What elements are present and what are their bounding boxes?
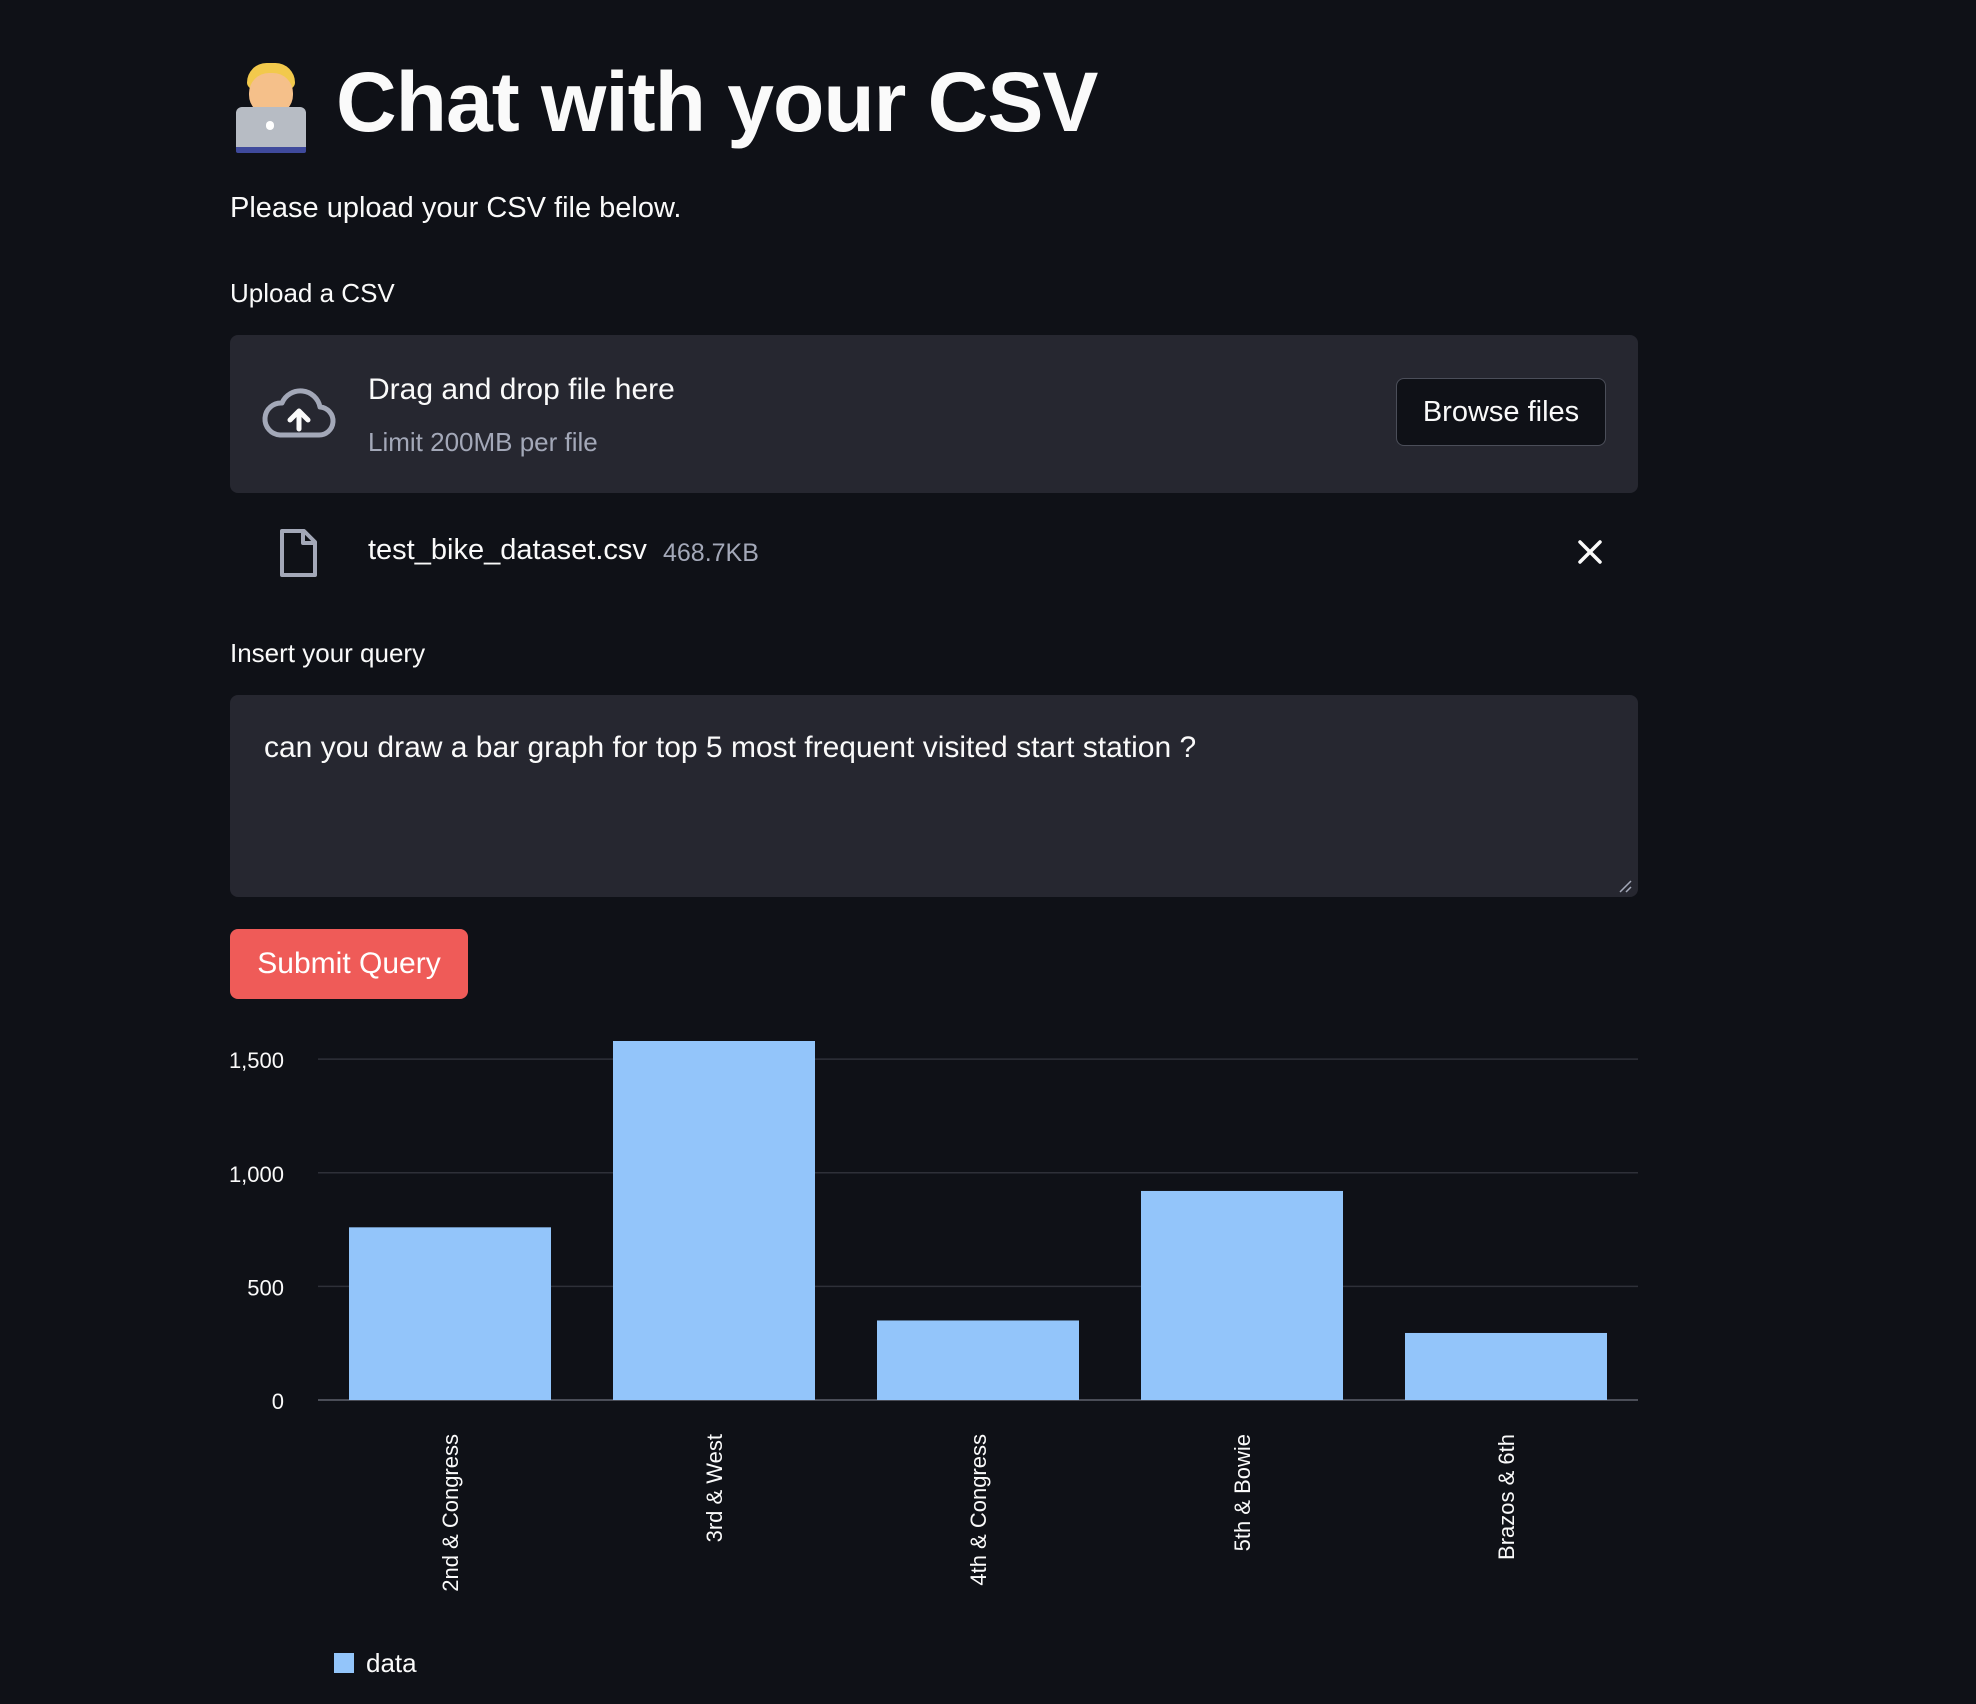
query-text: can you draw a bar graph for top 5 most …: [264, 731, 1197, 764]
file-icon: [280, 529, 317, 577]
dropzone-limit: Limit 200MB per file: [368, 427, 598, 457]
legend-swatch: [334, 1653, 354, 1673]
bar: [877, 1320, 1079, 1400]
bar: [349, 1227, 551, 1400]
x-tick-label: Brazos & 6th: [1494, 1434, 1519, 1560]
file-size: 468.7KB: [663, 539, 759, 567]
page-header: Chat with your CSV: [230, 52, 1098, 153]
y-tick-label: 1,000: [229, 1162, 284, 1187]
browse-files-button[interactable]: Browse files: [1396, 378, 1606, 446]
y-tick-label: 1,500: [229, 1048, 284, 1073]
dropzone-title: Drag and drop file here: [368, 373, 675, 406]
bar: [1141, 1190, 1343, 1400]
x-tick-label: 2nd & Congress: [438, 1434, 463, 1592]
query-label: Insert your query: [230, 638, 426, 668]
cloud-upload-icon: [262, 388, 336, 438]
x-tick-label: 3rd & West: [702, 1434, 727, 1542]
submit-query-button[interactable]: Submit Query: [230, 929, 468, 999]
close-icon[interactable]: [1572, 534, 1608, 570]
query-textarea[interactable]: can you draw a bar graph for top 5 most …: [230, 695, 1638, 897]
page-subtitle: Please upload your CSV file below.: [230, 192, 682, 224]
technologist-emoji-icon: [230, 57, 312, 153]
bar: [1405, 1332, 1607, 1400]
x-tick-label: 4th & Congress: [966, 1434, 991, 1586]
file-name: test_bike_dataset.csv: [368, 534, 647, 566]
y-tick-label: 500: [247, 1275, 284, 1300]
x-tick-label: 5th & Bowie: [1230, 1434, 1255, 1551]
page-title: Chat with your CSV: [336, 54, 1098, 149]
file-dropzone[interactable]: Drag and drop file here Limit 200MB per …: [230, 335, 1638, 493]
upload-label: Upload a CSV: [230, 278, 395, 308]
bar: [613, 1041, 815, 1400]
uploaded-file-row: test_bike_dataset.csv 468.7KB: [230, 520, 1638, 586]
legend-label: data: [366, 1648, 417, 1678]
y-tick-label: 0: [272, 1389, 284, 1414]
resize-handle-icon[interactable]: [1618, 879, 1632, 893]
